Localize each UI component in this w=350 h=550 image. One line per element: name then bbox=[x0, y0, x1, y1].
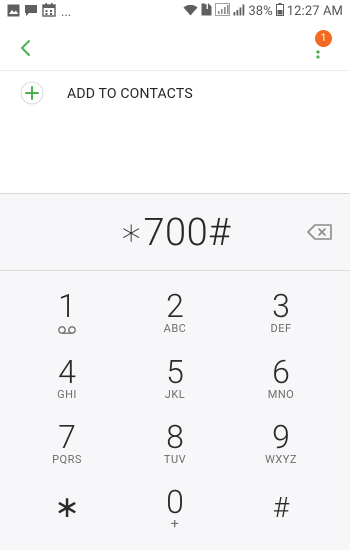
clock: 12:27 AM bbox=[286, 4, 343, 19]
key-3[interactable]: 3 DEF bbox=[226, 288, 336, 352]
entry-divider bbox=[0, 270, 350, 271]
signal-icon bbox=[215, 3, 231, 20]
key-letters: WXYZ bbox=[265, 453, 297, 466]
key-digit: 2 bbox=[166, 287, 184, 325]
key-digit: ∗ bbox=[54, 490, 80, 525]
key-hash[interactable]: # bbox=[226, 490, 336, 550]
backspace-button[interactable] bbox=[306, 222, 334, 242]
more-options-button[interactable] bbox=[316, 44, 320, 63]
key-digit: 0 bbox=[166, 483, 184, 521]
key-letters: MNO bbox=[267, 388, 295, 401]
signal-bars-icon bbox=[233, 4, 245, 20]
backspace-icon bbox=[307, 224, 332, 240]
battery-icon bbox=[275, 3, 284, 20]
add-circle-icon bbox=[20, 81, 44, 105]
notification-badge: 1 bbox=[315, 30, 332, 47]
key-digit: # bbox=[272, 491, 290, 524]
key-5[interactable]: 5 JKL bbox=[120, 354, 230, 418]
key-9[interactable]: 9 WXYZ bbox=[226, 419, 336, 483]
dialer-screen: ... 1 38% 12:27 AM 1 ADD TO CONTACTS ∗70… bbox=[0, 0, 350, 550]
key-digit: 6 bbox=[272, 353, 290, 391]
more-notifications-indicator: ... bbox=[61, 4, 72, 20]
key-1[interactable]: 1 bbox=[12, 288, 122, 352]
key-8[interactable]: 8 TUV bbox=[120, 419, 230, 483]
back-button[interactable] bbox=[14, 36, 38, 60]
back-arrow-icon bbox=[21, 40, 30, 56]
status-bar-left: ... bbox=[7, 3, 71, 21]
header-divider bbox=[0, 70, 350, 71]
key-star[interactable]: ∗ bbox=[12, 490, 122, 550]
key-digit: 8 bbox=[166, 418, 184, 456]
key-letters: GHI bbox=[57, 388, 77, 401]
action-bar: 1 bbox=[0, 24, 350, 70]
calendar-icon bbox=[42, 3, 56, 21]
message-icon bbox=[24, 4, 38, 21]
battery-percent: 38% bbox=[248, 4, 273, 19]
add-to-contacts-label: ADD TO CONTACTS bbox=[67, 86, 193, 102]
gallery-icon bbox=[7, 4, 20, 21]
dialed-number-field[interactable]: ∗700# bbox=[0, 205, 350, 261]
key-digit: 4 bbox=[58, 353, 76, 391]
sim-label: 1 bbox=[204, 2, 210, 12]
key-letters: PQRS bbox=[52, 453, 82, 466]
key-letters: JKL bbox=[164, 388, 186, 401]
key-letters: + bbox=[170, 516, 180, 532]
key-letters: DEF bbox=[270, 322, 292, 335]
key-7[interactable]: 7 PQRS bbox=[12, 419, 122, 483]
key-4[interactable]: 4 GHI bbox=[12, 354, 122, 418]
sim-badge-icon: 1 bbox=[201, 2, 212, 20]
key-letters: ABC bbox=[163, 322, 187, 335]
status-bar: ... 1 38% 12:27 AM bbox=[0, 0, 350, 24]
voicemail-icon bbox=[58, 326, 76, 334]
key-letters: TUV bbox=[163, 453, 187, 466]
more-vertical-icon bbox=[316, 50, 320, 59]
key-digit: 7 bbox=[58, 418, 76, 456]
key-0[interactable]: 0 + bbox=[120, 484, 230, 548]
wifi-icon bbox=[183, 4, 198, 20]
add-to-contacts-button[interactable]: ADD TO CONTACTS bbox=[0, 78, 350, 114]
key-digit: 1 bbox=[58, 287, 76, 325]
key-digit: 3 bbox=[272, 287, 290, 325]
status-bar-right: 1 38% 12:27 AM bbox=[183, 2, 343, 20]
key-6[interactable]: 6 MNO bbox=[226, 354, 336, 418]
key-2[interactable]: 2 ABC bbox=[120, 288, 230, 352]
key-digit: 5 bbox=[166, 353, 184, 391]
key-digit: 9 bbox=[272, 418, 290, 456]
